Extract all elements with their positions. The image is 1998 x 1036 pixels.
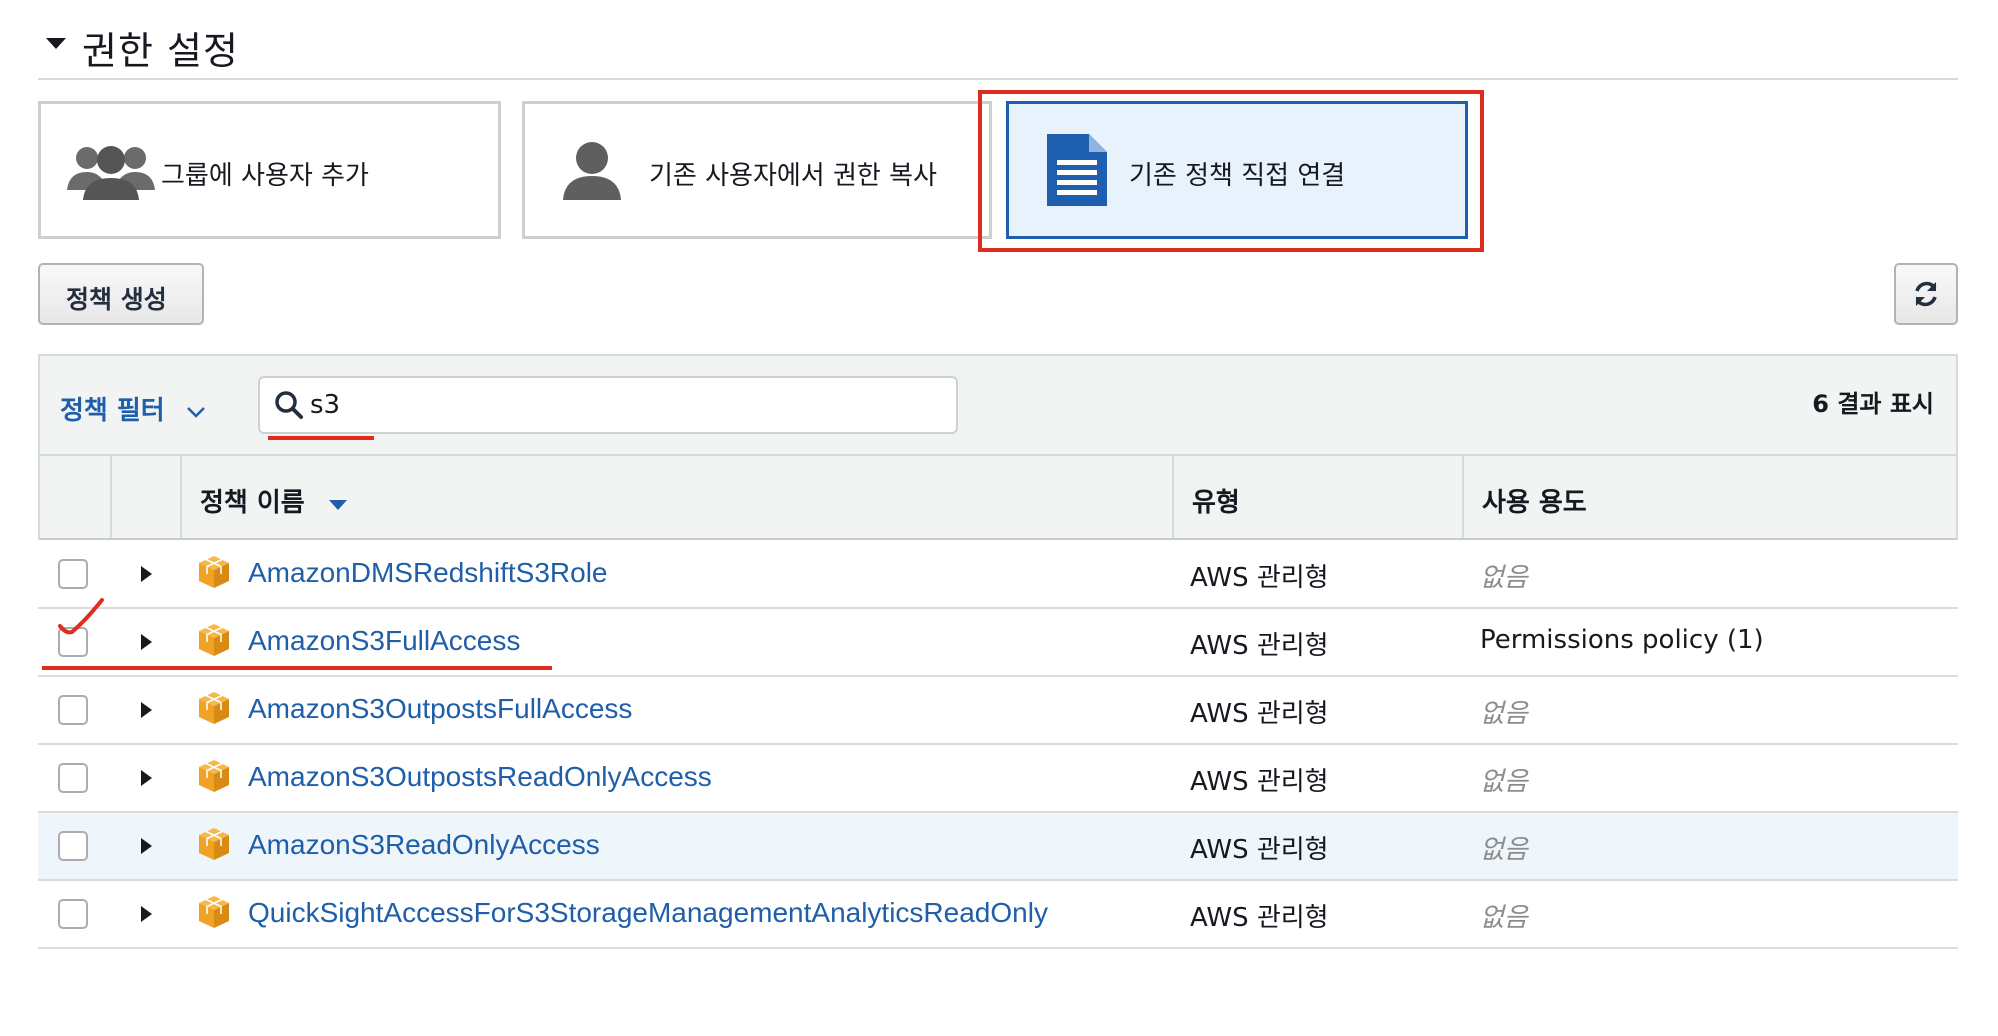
column-header-policy-name[interactable]: 정책 이름 (200, 482, 348, 519)
policy-name-link[interactable]: QuickSightAccessForS3StorageManagementAn… (248, 897, 1048, 929)
aws-managed-policy-icon (199, 556, 229, 588)
expand-row-icon[interactable] (141, 906, 152, 922)
column-header-type[interactable]: 유형 (1192, 482, 1240, 519)
policy-usage: 없음 (1480, 835, 1528, 865)
table-row[interactable]: AmazonS3OutpostsReadOnlyAccess AWS 관리형 없음 (38, 745, 1958, 813)
policy-type: AWS 관리형 (1190, 631, 1329, 661)
option-label: 기존 사용자에서 권한 복사 (649, 161, 937, 191)
policy-name-link[interactable]: AmazonS3OutpostsFullAccess (248, 693, 632, 725)
column-divider (1462, 456, 1464, 538)
policy-name-link[interactable]: AmazonS3ReadOnlyAccess (248, 829, 600, 861)
users-group-icon (67, 146, 155, 200)
search-value: s3 (310, 390, 341, 420)
user-icon (563, 142, 621, 200)
row-checkbox[interactable] (58, 695, 88, 725)
sort-desc-icon[interactable] (328, 499, 348, 511)
refresh-button[interactable] (1894, 263, 1958, 325)
column-header-label: 정책 이름 (200, 488, 305, 518)
policy-name-link[interactable]: AmazonS3OutpostsReadOnlyAccess (248, 761, 712, 793)
aws-managed-policy-icon (199, 896, 229, 928)
annotation-underline-search (268, 436, 374, 440)
policy-usage: 없음 (1480, 767, 1528, 797)
policy-name-link[interactable]: AmazonS3FullAccess (248, 625, 520, 657)
annotation-highlight-box (978, 90, 1484, 252)
policy-type: AWS 관리형 (1190, 699, 1329, 729)
policy-usage: 없음 (1480, 903, 1528, 933)
create-policy-button[interactable]: 정책 생성 (38, 263, 204, 325)
row-checkbox[interactable] (58, 831, 88, 861)
policy-usage: 없음 (1480, 563, 1528, 593)
table-row[interactable]: AmazonS3ReadOnlyAccess AWS 관리형 없음 (38, 813, 1958, 881)
search-icon (275, 391, 303, 419)
expand-row-icon[interactable] (141, 702, 152, 718)
collapse-caret-icon[interactable] (46, 38, 66, 49)
policy-usage: 없음 (1480, 699, 1528, 729)
policy-type: AWS 관리형 (1190, 767, 1329, 797)
policy-type: AWS 관리형 (1190, 835, 1329, 865)
results-count: 6 결과 표시 (1812, 390, 1934, 418)
row-checkbox[interactable] (58, 763, 88, 793)
expand-row-icon[interactable] (141, 634, 152, 650)
column-header-usage[interactable]: 사용 용도 (1482, 482, 1587, 519)
permissions-section-header[interactable]: 권한 설정 (38, 0, 1958, 80)
table-row[interactable]: AmazonS3OutpostsFullAccess AWS 관리형 없음 (38, 677, 1958, 745)
column-divider (180, 456, 182, 538)
column-divider (1172, 456, 1174, 538)
policy-usage: Permissions policy (1) (1480, 625, 1764, 655)
annotation-underline-row (42, 666, 552, 670)
policy-filter-dropdown[interactable]: 정책 필터 (60, 390, 206, 427)
aws-managed-policy-icon (199, 828, 229, 860)
search-input[interactable]: s3 (258, 376, 958, 434)
refresh-icon (1915, 281, 1937, 307)
policy-filter-label: 정책 필터 (60, 396, 165, 426)
row-checkbox[interactable] (58, 899, 88, 929)
filter-bar: 정책 필터 s3 6 결과 표시 (38, 354, 1958, 456)
table-header: 정책 이름 유형 사용 용도 (38, 456, 1958, 540)
policy-type: AWS 관리형 (1190, 903, 1329, 933)
section-title: 권한 설정 (82, 29, 239, 73)
policy-type: AWS 관리형 (1190, 563, 1329, 593)
option-add-to-group[interactable]: 그룹에 사용자 추가 (38, 101, 501, 239)
chevron-down-icon (186, 407, 205, 418)
table-row[interactable]: QuickSightAccessForS3StorageManagementAn… (38, 881, 1958, 949)
expand-row-icon[interactable] (141, 566, 152, 582)
aws-managed-policy-icon (199, 692, 229, 724)
aws-managed-policy-icon (199, 760, 229, 792)
row-checkbox[interactable] (58, 559, 88, 589)
expand-row-icon[interactable] (141, 770, 152, 786)
column-divider (110, 456, 112, 538)
policy-name-link[interactable]: AmazonDMSRedshiftS3Role (248, 557, 608, 589)
option-label: 그룹에 사용자 추가 (161, 161, 369, 191)
expand-row-icon[interactable] (141, 838, 152, 854)
aws-managed-policy-icon (199, 624, 229, 656)
table-row[interactable]: AmazonDMSRedshiftS3Role AWS 관리형 없음 (38, 541, 1958, 609)
annotation-checkmark (58, 598, 104, 635)
option-copy-permissions[interactable]: 기존 사용자에서 권한 복사 (522, 101, 992, 239)
